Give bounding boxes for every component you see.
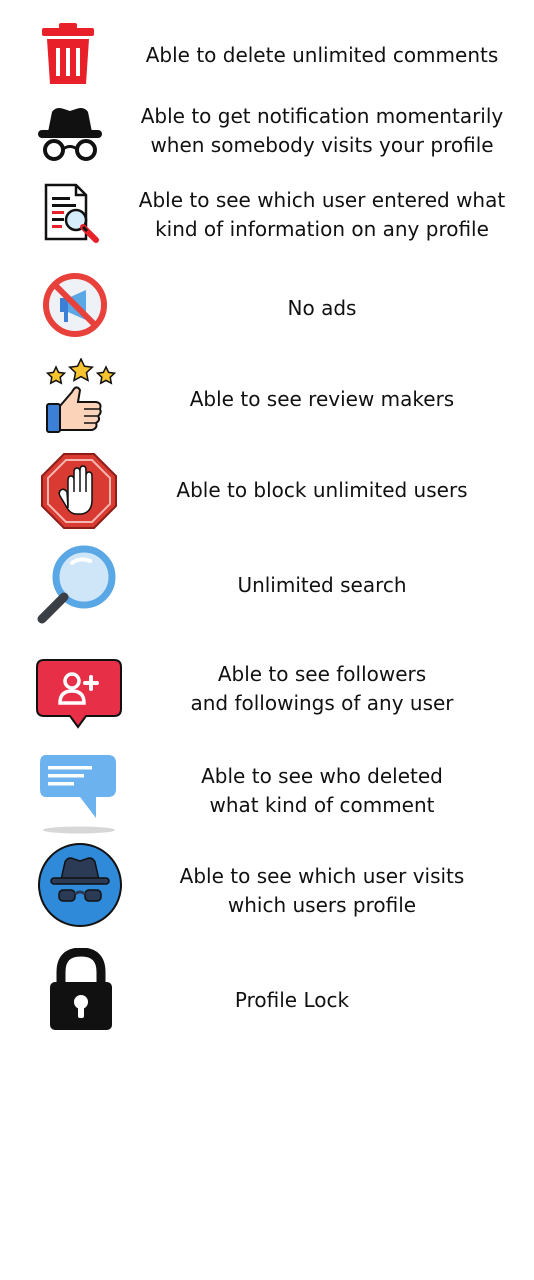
feature-row-profile-lock: Profile Lock — [0, 0, 534, 1040]
feature-list: Able to delete unlimited comments Able t… — [0, 0, 534, 1280]
feature-label: Profile Lock — [234, 988, 350, 1012]
